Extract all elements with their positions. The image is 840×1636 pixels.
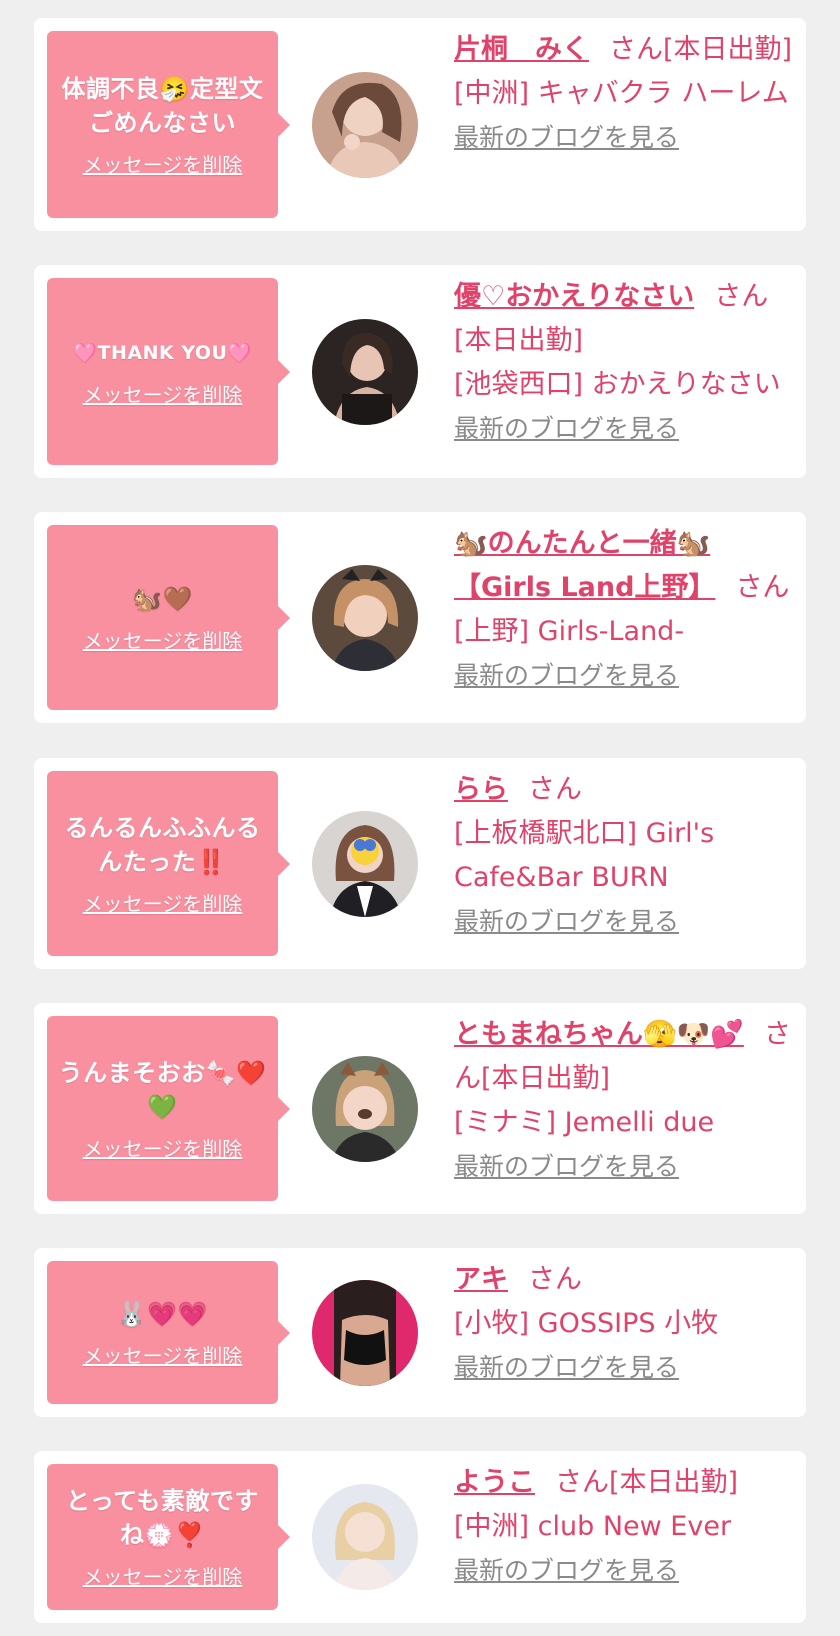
delete-message-link[interactable]: メッセージを削除 xyxy=(83,628,243,654)
avatar[interactable] xyxy=(312,1056,418,1162)
message-text: とっても素敵ですね💮❣️ xyxy=(66,1487,259,1549)
message-bubble: 🩷THANK YOU🩷 メッセージを削除 xyxy=(47,278,290,465)
message-bubble: るんるんふふんるんたった‼️ メッセージを削除 xyxy=(47,771,290,956)
shop-name: [上板橋駅北口] Girl's Cafe&Bar BURN xyxy=(454,818,715,893)
avatar-photo-icon xyxy=(312,565,418,671)
cast-status: さん xyxy=(528,774,582,805)
cast-info: ようこ さん[本日出勤] [中洲] club New Ever 最新のブログを見る xyxy=(454,1461,794,1593)
message-list: 体調不良🤧定型文ごめんなさい メッセージを削除 片桐 みく さん[本日出勤] [中… xyxy=(0,0,840,1636)
cast-info: 優♡おかえりなさい さん[本日出勤] [池袋西口] おかえりなさい 最新のブログを… xyxy=(454,275,794,451)
avatar[interactable] xyxy=(312,72,418,178)
message-bubble: 体調不良🤧定型文ごめんなさい メッセージを削除 xyxy=(47,31,290,218)
message-bubble: 🐰💗💗 メッセージを削除 xyxy=(47,1261,290,1404)
shop-name: [中洲] club New Ever xyxy=(454,1511,732,1542)
latest-blog-link[interactable]: 最新のブログを見る xyxy=(454,407,794,451)
delete-message-link[interactable]: メッセージを削除 xyxy=(83,891,243,917)
cast-name-link[interactable]: ともまねちゃん🫣🐶💕 xyxy=(454,1019,744,1050)
cast-info: 片桐 みく さん[本日出勤] [中洲] キャバクラ ハーレム 最新のブログを見る xyxy=(454,28,794,160)
list-item: るんるんふふんるんたった‼️ メッセージを削除 らら さん [上板橋駅北口] Gi… xyxy=(34,758,806,969)
list-item: 🐰💗💗 メッセージを削除 アキ さん [小牧] GOSSIPS 小牧 最新のブログ… xyxy=(34,1248,806,1417)
avatar[interactable] xyxy=(312,811,418,917)
cast-name-link[interactable]: ようこ xyxy=(454,1467,535,1498)
delete-message-link[interactable]: メッセージを削除 xyxy=(83,1343,243,1369)
delete-message-link[interactable]: メッセージを削除 xyxy=(83,1564,243,1590)
avatar[interactable] xyxy=(312,1484,418,1590)
avatar[interactable] xyxy=(312,565,418,671)
latest-blog-link[interactable]: 最新のブログを見る xyxy=(454,1145,794,1189)
cast-info: ともまねちゃん🫣🐶💕 さん[本日出勤] [ミナミ] Jemelli due 最新の… xyxy=(454,1013,794,1189)
cast-name-link[interactable]: アキ xyxy=(454,1264,508,1295)
cast-info: 🐿️のんたんと一緒🐿️【Girls Land上野】 さん [上野] Girls-L… xyxy=(454,522,794,698)
shop-name: [中洲] キャバクラ ハーレム xyxy=(454,78,789,109)
list-item: 体調不良🤧定型文ごめんなさい メッセージを削除 片桐 みく さん[本日出勤] [中… xyxy=(34,18,806,231)
avatar[interactable] xyxy=(312,319,418,425)
cast-info: らら さん [上板橋駅北口] Girl's Cafe&Bar BURN 最新のブロ… xyxy=(454,768,794,944)
message-text: 🐿️🤎 xyxy=(132,584,193,613)
latest-blog-link[interactable]: 最新のブログを見る xyxy=(454,900,794,944)
message-text: うんまそおお🍬❤️💚 xyxy=(58,1058,267,1121)
cast-name-link[interactable]: 🐿️のんたんと一緒🐿️【Girls Land上野】 xyxy=(454,528,715,603)
message-text: 🩷THANK YOU🩷 xyxy=(73,341,252,364)
list-item: うんまそおお🍬❤️💚 メッセージを削除 ともまねちゃん🫣🐶💕 さん[本日出勤] [… xyxy=(34,1003,806,1214)
avatar[interactable] xyxy=(312,1280,418,1386)
avatar-photo-icon xyxy=(312,811,418,917)
cast-status: さん xyxy=(528,1264,582,1295)
message-text: るんるんふふんるんたった‼️ xyxy=(64,813,261,876)
shop-name: [ミナミ] Jemelli due xyxy=(454,1107,715,1138)
cast-name-link[interactable]: らら xyxy=(454,774,508,805)
avatar-photo-icon xyxy=(312,72,418,178)
delete-message-link[interactable]: メッセージを削除 xyxy=(83,1136,243,1162)
message-bubble: 🐿️🤎 メッセージを削除 xyxy=(47,525,290,710)
cast-name-link[interactable]: 優♡おかえりなさい xyxy=(454,281,694,312)
delete-message-link[interactable]: メッセージを削除 xyxy=(83,152,243,178)
message-bubble: とっても素敵ですね💮❣️ メッセージを削除 xyxy=(47,1464,290,1610)
avatar-photo-icon xyxy=(312,319,418,425)
latest-blog-link[interactable]: 最新のブログを見る xyxy=(454,1549,794,1593)
shop-name: [池袋西口] おかえりなさい xyxy=(454,369,781,400)
list-item: 🐿️🤎 メッセージを削除 🐿️のんたんと一緒🐿️【Girls Land上野】 さん… xyxy=(34,512,806,723)
message-text: 🐰💗💗 xyxy=(116,1299,209,1328)
latest-blog-link[interactable]: 最新のブログを見る xyxy=(454,1346,794,1390)
cast-name-link[interactable]: 片桐 みく xyxy=(454,34,589,65)
list-item: とっても素敵ですね💮❣️ メッセージを削除 ようこ さん[本日出勤] [中洲] c… xyxy=(34,1451,806,1623)
cast-status: さん xyxy=(735,572,790,603)
avatar-photo-icon xyxy=(312,1056,418,1162)
delete-message-link[interactable]: メッセージを削除 xyxy=(83,382,243,408)
cast-status: さん[本日出勤] xyxy=(555,1467,739,1498)
cast-status: さん[本日出勤] xyxy=(609,34,793,65)
message-bubble: うんまそおお🍬❤️💚 メッセージを削除 xyxy=(47,1016,290,1201)
avatar-photo-icon xyxy=(312,1280,418,1386)
avatar-photo-icon xyxy=(312,1484,418,1590)
shop-name: [小牧] GOSSIPS 小牧 xyxy=(454,1308,719,1339)
message-text: 体調不良🤧定型文ごめんなさい xyxy=(61,74,264,137)
latest-blog-link[interactable]: 最新のブログを見る xyxy=(454,116,794,160)
shop-name: [上野] Girls-Land- xyxy=(454,616,685,647)
list-item: 🩷THANK YOU🩷 メッセージを削除 優♡おかえりなさい さん[本日出勤] [… xyxy=(34,265,806,478)
cast-info: アキ さん [小牧] GOSSIPS 小牧 最新のブログを見る xyxy=(454,1258,794,1390)
latest-blog-link[interactable]: 最新のブログを見る xyxy=(454,654,794,698)
